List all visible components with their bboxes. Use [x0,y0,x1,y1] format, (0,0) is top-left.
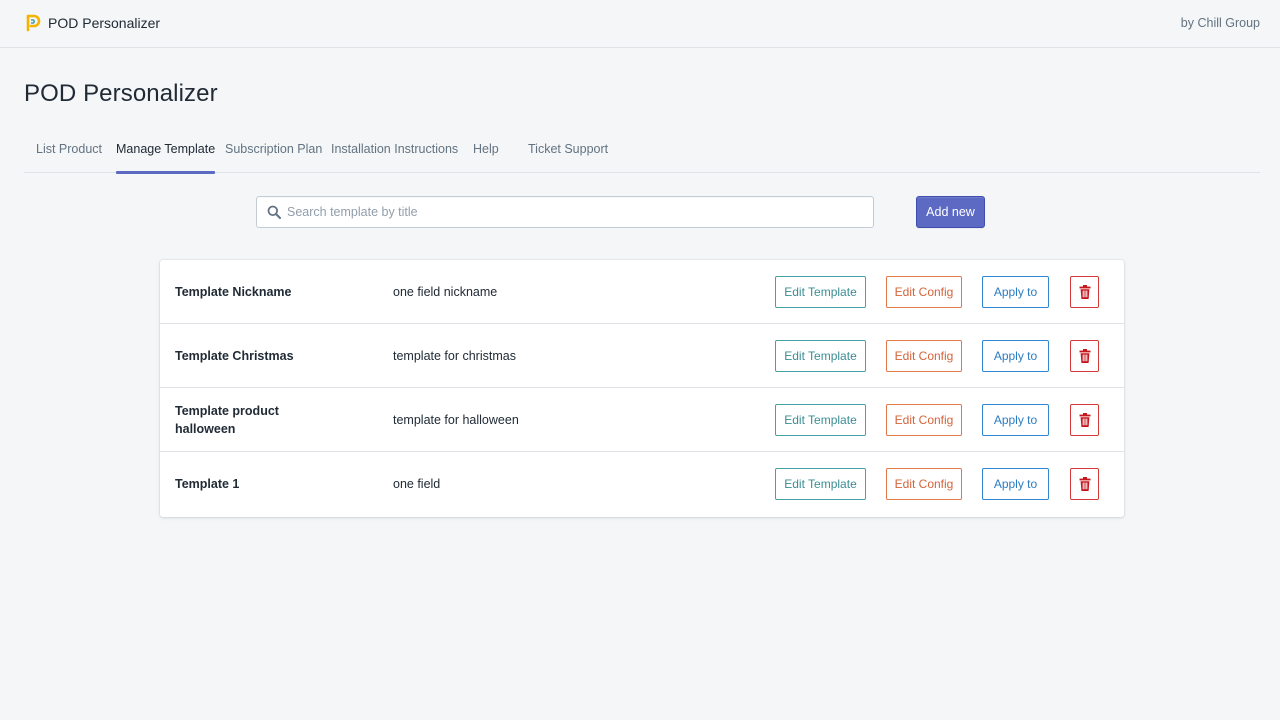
edit-template-button[interactable]: Edit Template [775,340,866,372]
tab-bar: List Product Manage Template Subscriptio… [24,130,1260,174]
edit-template-button[interactable]: Edit Template [775,276,866,308]
template-description: one field [393,477,441,491]
edit-template-button[interactable]: Edit Template [775,468,866,500]
tab-ticket-support[interactable]: Ticket Support [528,142,608,173]
table-row: Template product halloween template for … [160,388,1124,452]
template-description: template for christmas [393,349,516,363]
delete-button[interactable] [1070,276,1099,308]
table-row: Template Nickname one field nickname Edi… [160,260,1124,324]
trash-icon [1079,413,1090,427]
delete-button[interactable] [1070,340,1099,372]
table-row: Template Christmas template for christma… [160,324,1124,388]
template-description: one field nickname [393,285,498,299]
edit-config-button[interactable]: Edit Config [886,404,962,436]
tab-manage-template[interactable]: Manage Template [116,142,216,174]
trash-icon [1079,285,1090,299]
tab-installation-instructions[interactable]: Installation Instructions [331,142,458,173]
edit-config-button[interactable]: Edit Config [886,340,962,372]
trash-icon [1079,349,1090,363]
tab-list-product[interactable]: List Product [36,142,102,173]
search-icon [267,205,281,219]
add-new-button[interactable]: Add new [916,196,985,228]
top-bar: POD Personalizer by Chill Group [0,0,1280,48]
template-title: Template product halloween [175,404,279,436]
apply-to-button[interactable]: Apply to [982,468,1049,500]
edit-config-button[interactable]: Edit Config [886,468,962,500]
pod-logo-icon [26,14,41,32]
apply-to-button[interactable]: Apply to [982,276,1049,308]
byline: by Chill Group [1180,16,1260,30]
edit-template-button[interactable]: Edit Template [775,404,866,436]
template-description: template for halloween [393,413,519,427]
template-title: Template 1 [175,477,240,491]
template-list: Template Nickname one field nickname Edi… [160,260,1124,517]
delete-button[interactable] [1070,468,1099,500]
tab-help[interactable]: Help [473,142,499,173]
tab-subscription-plan[interactable]: Subscription Plan [225,142,322,173]
apply-to-button[interactable]: Apply to [982,404,1049,436]
page-title: POD Personalizer [24,80,218,107]
trash-icon [1079,477,1090,491]
edit-config-button[interactable]: Edit Config [886,276,962,308]
apply-to-button[interactable]: Apply to [982,340,1049,372]
template-title: Template Nickname [175,285,292,299]
delete-button[interactable] [1070,404,1099,436]
search-input[interactable] [287,197,867,227]
table-row: Template 1 one field Edit Template Edit … [160,452,1124,516]
app-name: POD Personalizer [48,15,161,31]
search-box [256,196,874,228]
template-title: Template Christmas [175,349,294,363]
